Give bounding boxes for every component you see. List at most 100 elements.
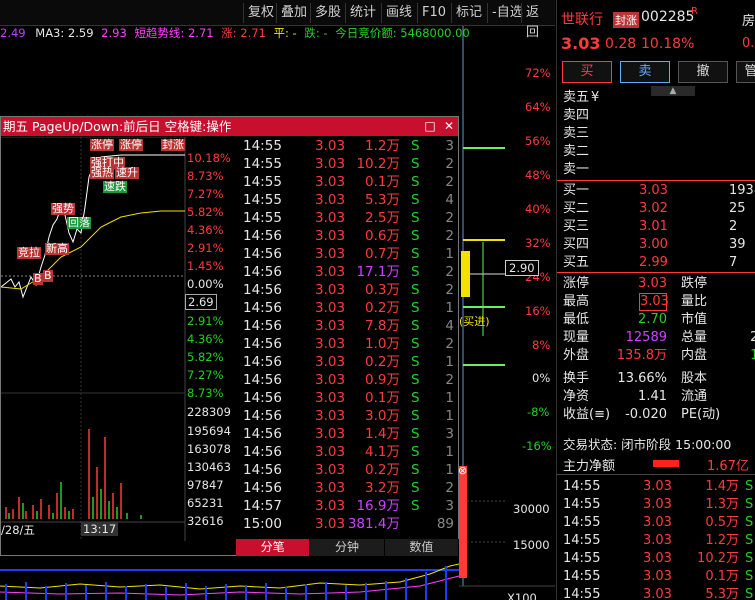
trade-row: 14:56 3.03 4.1万 S 1 bbox=[237, 443, 458, 461]
trade-time: 14:56 bbox=[243, 462, 282, 478]
trade-time: 14:55 bbox=[243, 210, 282, 226]
stat-value: 13.66% bbox=[617, 371, 667, 386]
stat-value bbox=[705, 275, 755, 293]
close-icon[interactable]: ✕ bbox=[442, 119, 456, 133]
sell-level[interactable]: 卖三 bbox=[563, 125, 755, 143]
trade-volume: 0.3万 bbox=[365, 282, 400, 298]
buy-button[interactable]: 买 bbox=[562, 61, 612, 83]
buy-level[interactable]: 买二 3.02 25 bbox=[563, 200, 755, 218]
signal-badge: 新高 bbox=[45, 242, 69, 255]
right-trade-price: 3.03 bbox=[643, 587, 672, 600]
main-net-bar bbox=[653, 460, 679, 467]
mini-pct-label: 64% bbox=[525, 100, 551, 114]
stat-label: 涨停 bbox=[563, 276, 590, 291]
stock-price: 3.03 bbox=[561, 34, 601, 53]
trade-count: 2 bbox=[445, 210, 454, 226]
pct-label-zero: 0.00% bbox=[187, 277, 224, 291]
trade-side: S bbox=[411, 444, 420, 460]
sell-level[interactable]: 卖二 bbox=[563, 143, 755, 161]
toolbar-button[interactable]: 返回 bbox=[521, 3, 555, 40]
buy-level-price: 3.01 bbox=[639, 219, 668, 234]
trade-row: 14:56 3.03 0.2万 S 1 bbox=[237, 353, 458, 371]
sell-level[interactable]: 卖五 ¥ bbox=[563, 89, 755, 107]
signal-badge: B bbox=[43, 269, 53, 282]
cancel-order-button[interactable]: 撤 bbox=[678, 61, 728, 83]
toolbar-button[interactable]: 画线 bbox=[381, 3, 416, 23]
right-trade-volume: 10.2万 bbox=[697, 551, 739, 566]
trade-volume: 1.4万 bbox=[365, 426, 400, 442]
trade-side: S bbox=[411, 210, 420, 226]
mini-chart: ⊗ 72% 64% 56% 48% 40% 32% 24% 16% 8% 0% … bbox=[459, 26, 555, 600]
trade-time: 14:56 bbox=[243, 354, 282, 370]
tab-fenbi[interactable]: 分笔 bbox=[236, 539, 311, 556]
stat-value: 19 bbox=[705, 388, 755, 406]
pct-label: 5.82% bbox=[187, 350, 224, 364]
indicator-short-trend: 短趋势线: 2.71 bbox=[134, 26, 214, 40]
right-trade-volume: 5.3万 bbox=[705, 587, 739, 600]
trade-time: 14:55 bbox=[243, 174, 282, 190]
trade-count: 2 bbox=[445, 282, 454, 298]
stat-label: 净资 bbox=[563, 389, 590, 404]
trade-volume: 3.2万 bbox=[365, 480, 400, 496]
buy-level-label: 买一 bbox=[563, 183, 590, 198]
toolbar-button[interactable]: 标记 bbox=[451, 3, 486, 23]
restore-icon[interactable]: □ bbox=[423, 119, 437, 133]
right-trade-time: 14:55 bbox=[563, 569, 601, 584]
trade-volume: 1.0万 bbox=[365, 336, 400, 352]
stat-label: 股本 bbox=[681, 371, 708, 386]
vol-label: 32616 bbox=[187, 514, 224, 528]
mini-pct-label: 72% bbox=[525, 66, 551, 80]
trade-time: 14:55 bbox=[243, 138, 282, 154]
stat-value: -0.020 bbox=[625, 407, 667, 422]
stat-label: 现量 bbox=[563, 330, 590, 345]
trade-list[interactable]: 14:55 3.03 1.2万 S 3 14:55 3.03 10.2万 S 2 14:55 3.03… bbox=[237, 137, 458, 533]
trade-side: S bbox=[411, 138, 420, 154]
sell-level[interactable]: 卖四 bbox=[563, 107, 755, 125]
trade-row: 14:56 3.03 3.2万 S 2 bbox=[237, 479, 458, 497]
tab-fenzhong[interactable]: 分钟 bbox=[310, 539, 385, 556]
buy-level[interactable]: 买三 3.01 2 bbox=[563, 218, 755, 236]
toolbar-button[interactable]: 复权 bbox=[243, 3, 278, 23]
right-trade-row: 14:55 3.03 1.2万 S bbox=[563, 532, 755, 550]
svg-text:⊗: ⊗ bbox=[459, 464, 467, 477]
right-trade-volume: 1.2万 bbox=[705, 533, 739, 548]
mini-pct-label: 8% bbox=[532, 338, 551, 352]
signal-badge: 封涨 bbox=[161, 138, 185, 151]
trade-time: 14:56 bbox=[243, 318, 282, 334]
trade-price: 3.03 bbox=[315, 282, 346, 298]
toolbar-button[interactable]: F10 bbox=[417, 3, 450, 23]
trade-side: S bbox=[411, 462, 420, 478]
trade-count: 2 bbox=[445, 174, 454, 190]
buy-level[interactable]: 买一 3.03 1938 bbox=[563, 182, 755, 200]
popup-tabs: 分笔 分钟 数值 bbox=[236, 539, 459, 556]
right-trade-side: S bbox=[745, 587, 754, 600]
right-trade-side: S bbox=[745, 515, 754, 530]
toolbar-button[interactable]: 多股 bbox=[310, 3, 345, 23]
manage-button[interactable]: 管 bbox=[736, 61, 755, 83]
vol-label: 130463 bbox=[187, 460, 231, 474]
trade-volume: 17.1万 bbox=[356, 264, 400, 280]
trade-time: 14:56 bbox=[243, 300, 282, 316]
indicator-ma3: MA3: 2.59 bbox=[35, 26, 94, 40]
right-trade-row: 14:55 3.03 10.2万 S bbox=[563, 550, 755, 568]
buy-level[interactable]: 买四 3.00 39 bbox=[563, 236, 755, 254]
stock-code: 002285 bbox=[641, 9, 695, 25]
toolbar-button[interactable]: 叠加 bbox=[276, 3, 311, 23]
sell-button[interactable]: 卖 bbox=[620, 61, 670, 83]
tab-shuzhi[interactable]: 数值 bbox=[384, 539, 459, 556]
trade-side: S bbox=[411, 192, 420, 208]
stat-value: 135.8万 bbox=[616, 348, 667, 363]
right-trade-time: 14:55 bbox=[563, 551, 601, 566]
trade-volume: 4.1万 bbox=[365, 444, 400, 460]
sell-level[interactable]: 卖一 bbox=[563, 161, 755, 179]
stat-value bbox=[705, 406, 755, 424]
buy-level[interactable]: 买五 2.99 7 bbox=[563, 254, 755, 272]
trade-side: S bbox=[411, 264, 420, 280]
indicator-ping: 平: - bbox=[273, 26, 297, 40]
toolbar-button[interactable]: 统计 bbox=[345, 3, 380, 23]
stat-value: 3.03 bbox=[638, 276, 667, 291]
mini-pct-label: 0% bbox=[532, 371, 551, 385]
trade-price: 3.03 bbox=[315, 210, 346, 226]
trade-count: 1 bbox=[445, 300, 454, 316]
vol-label: 97847 bbox=[187, 478, 224, 492]
